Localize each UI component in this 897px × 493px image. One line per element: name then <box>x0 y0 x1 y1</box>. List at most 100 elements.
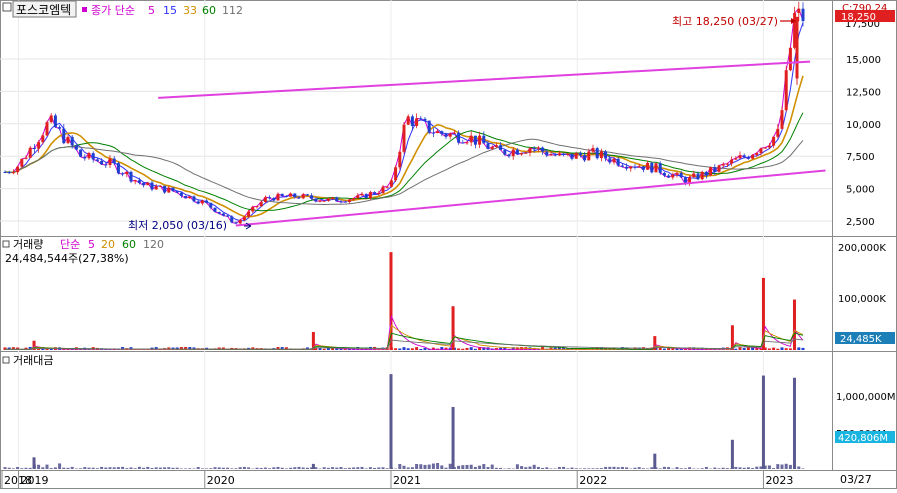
amount-bar <box>457 466 460 469</box>
amount-bar <box>369 467 372 469</box>
candle-body <box>415 118 418 126</box>
amount-bar <box>20 468 23 469</box>
volume-ma-5: 5 <box>88 238 95 251</box>
stock-name: 포스코엠텍 <box>16 3 71 17</box>
price-y-ticks: 15,00012,50010,0007,5005,0002,500 <box>846 55 881 228</box>
candle-body <box>575 153 578 159</box>
candle-body <box>235 222 238 223</box>
candle-body <box>436 131 439 133</box>
x-axis-label: 2021 <box>393 474 421 487</box>
amount-bar <box>428 465 431 469</box>
candle-body <box>701 172 704 179</box>
candle-body <box>306 194 309 195</box>
amount-spike-bar <box>762 376 765 469</box>
amount-bar <box>575 468 578 469</box>
amount-bar <box>214 467 217 469</box>
candle-body <box>785 70 788 110</box>
volume-bar <box>789 348 792 350</box>
amount-bar <box>592 468 595 469</box>
amount-spike-bar <box>452 407 455 469</box>
candle-body <box>482 136 485 144</box>
volume-bar <box>659 347 662 350</box>
amount-panel-icon[interactable] <box>3 357 9 363</box>
candle-body <box>25 158 28 159</box>
candle-body <box>369 192 372 198</box>
amount-bar <box>176 468 179 469</box>
candle-body <box>289 194 292 197</box>
candle-body <box>243 217 246 220</box>
candle-body <box>251 207 254 212</box>
candle-body <box>62 129 65 144</box>
amount-bar <box>785 464 788 469</box>
amount-bar <box>617 467 620 469</box>
candle-body <box>155 186 158 189</box>
trend-line[interactable] <box>158 62 810 98</box>
candle-body <box>751 155 754 159</box>
volume-panel-icon[interactable] <box>3 241 9 247</box>
amount-bar <box>440 465 443 469</box>
candle-body <box>335 197 338 201</box>
price-tick-label: 10,000 <box>846 120 881 131</box>
amount-bar <box>789 465 792 469</box>
amount-bar <box>571 468 574 469</box>
candle-body <box>411 116 414 126</box>
amount-tick-1000000m: 1,000,000M <box>836 392 896 403</box>
candle-body <box>67 137 70 143</box>
amount-bar <box>356 467 359 469</box>
candle-body <box>403 125 406 152</box>
candle-body <box>802 9 805 21</box>
amount-bar <box>281 468 284 469</box>
volume-ma-title: 단순 <box>60 238 80 251</box>
candle-body <box>218 212 221 214</box>
amount-bar <box>524 467 527 469</box>
panel-collapse-icon[interactable] <box>3 3 11 11</box>
candle-body <box>180 193 183 196</box>
candle-body <box>478 136 481 145</box>
amount-bar <box>230 468 233 469</box>
candle-body <box>356 195 359 198</box>
amount-bar <box>8 468 11 469</box>
candle-body <box>646 163 649 170</box>
amount-bar <box>125 468 128 469</box>
candle-body <box>508 155 511 157</box>
amount-bar <box>163 467 166 469</box>
amount-bar <box>361 467 364 469</box>
amount-bar <box>327 468 330 469</box>
amount-spike-bar <box>389 374 392 469</box>
volume-bar <box>403 347 406 350</box>
candle-body <box>642 166 645 169</box>
amount-bar <box>306 468 309 469</box>
stock-chart-svg[interactable]: 포스코엠텍 종가 단순 5 15 33 60 112 최고 18,250 (03… <box>0 0 897 489</box>
amount-bar <box>256 468 259 469</box>
candle-body <box>743 155 746 157</box>
candle-body <box>663 173 666 176</box>
volume-bar <box>394 348 397 350</box>
amount-bar <box>377 467 380 469</box>
volume-bar <box>407 348 410 350</box>
amount-bar <box>92 468 95 469</box>
x-axis-label: 2023 <box>765 474 793 487</box>
amount-bar <box>180 468 183 469</box>
price-ma-line-15 <box>5 23 803 221</box>
amount-bar <box>226 468 229 469</box>
amount-bar <box>201 468 204 469</box>
amount-bar <box>776 464 779 469</box>
volume-bar <box>802 348 805 350</box>
candle-body <box>453 133 456 134</box>
x-axis-label: 2022 <box>579 474 607 487</box>
candle-body <box>470 136 473 143</box>
amount-bar <box>159 468 162 469</box>
amount-bar <box>365 468 368 469</box>
candle-body <box>407 116 410 124</box>
amount-bar <box>772 468 775 469</box>
volume-bar <box>747 347 750 350</box>
amount-bar <box>491 465 494 469</box>
candle-body <box>302 194 305 198</box>
x-axis-label: 2019 <box>21 474 49 487</box>
candle-body <box>256 206 259 207</box>
amount-bar <box>50 468 53 469</box>
amount-bar <box>71 467 74 469</box>
candle-body <box>285 196 288 197</box>
amount-bar <box>382 467 385 469</box>
amount-bar <box>415 464 418 469</box>
